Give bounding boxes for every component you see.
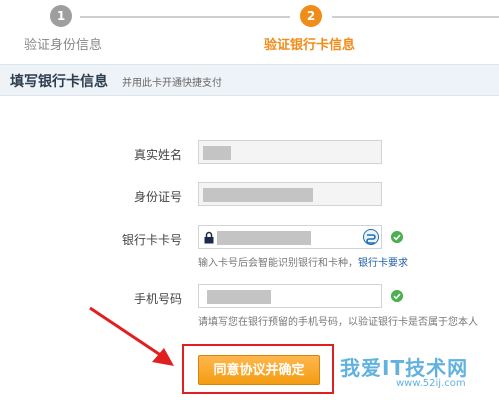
card-number-redaction <box>217 231 311 245</box>
phone-field[interactable] <box>198 284 382 308</box>
id-number-field[interactable] <box>198 182 382 206</box>
step-connector-right <box>332 16 499 18</box>
card-number-hint-text: 输入卡号后会智能识别银行和卡种， <box>198 258 358 269</box>
lock-icon <box>204 231 214 244</box>
step-1-circle: 1 <box>50 5 72 27</box>
name-redaction <box>203 146 231 160</box>
watermark-url: www.52ij.com <box>396 378 466 389</box>
id-number-label: 身份证号 <box>133 190 182 204</box>
step-1-label: 验证身份信息 <box>24 38 103 53</box>
watermark: 我爱IT技术网 <box>340 356 469 380</box>
phone-hint: 请填写您在银行预留的手机号码，以验证银行卡是否属于您本人 <box>198 317 478 328</box>
step-connector-left <box>80 16 290 18</box>
agree-and-confirm-button[interactable]: 同意协议并确定 <box>198 355 320 385</box>
arrow-annotation <box>89 306 174 366</box>
step-2-label: 验证银行卡信息 <box>264 38 356 53</box>
card-number-label: 银行卡卡号 <box>121 233 182 247</box>
name-field[interactable] <box>198 140 382 164</box>
card-number-hint: 输入卡号后会智能识别银行和卡种，银行卡要求 <box>198 254 408 269</box>
check-icon <box>391 231 403 243</box>
name-label: 真实姓名 <box>133 148 182 162</box>
bank-logo-icon <box>363 229 379 245</box>
step-2-circle: 2 <box>300 5 322 27</box>
id-number-redaction <box>203 188 313 202</box>
section-subtitle: 并用此卡开通快捷支付 <box>122 78 222 89</box>
phone-redaction <box>207 290 271 304</box>
section-title: 填写银行卡信息 <box>10 74 108 90</box>
section-header: 填写银行卡信息 并用此卡开通快捷支付 <box>0 64 499 96</box>
check-icon <box>391 290 403 302</box>
progress-steps: 1 验证身份信息 2 验证银行卡信息 <box>0 0 499 60</box>
card-number-field[interactable] <box>198 225 382 249</box>
card-requirements-link[interactable]: 银行卡要求 <box>358 258 408 269</box>
